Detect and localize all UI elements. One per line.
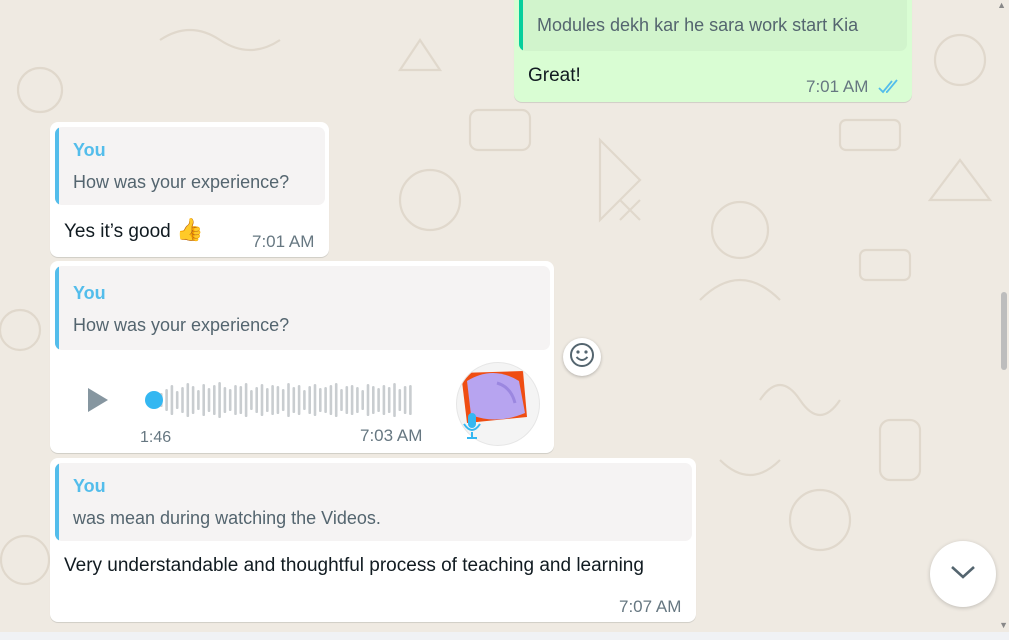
waveform-bar: [334, 383, 338, 417]
react-button[interactable]: [563, 338, 601, 376]
waveform-bar: [234, 385, 237, 415]
waveform-bar: [175, 391, 179, 409]
quoted-message[interactable]: You How was your experience?: [55, 127, 325, 205]
waveform-bar: [393, 383, 396, 417]
quoted-message[interactable]: Modules dekh kar he sara work start Kia: [519, 0, 907, 51]
waveform-bar: [271, 385, 274, 415]
waveform-bar: [239, 386, 243, 414]
scrollbar-thumb[interactable]: [1001, 292, 1007, 370]
quote-text: How was your experience?: [73, 172, 290, 192]
chevron-down-icon: [949, 563, 977, 586]
quoted-message[interactable]: You How was your experience?: [55, 266, 550, 350]
scroll-up-arrow[interactable]: ▲: [997, 0, 1006, 10]
incoming-message[interactable]: You How was your experience? Yes it’s go…: [50, 122, 329, 257]
smiley-icon: [569, 342, 595, 373]
waveform-bar: [165, 389, 168, 411]
waveform-bar: [250, 390, 253, 410]
waveform-bar: [324, 387, 327, 413]
waveform-bar: [345, 386, 349, 414]
waveform-bar: [398, 389, 402, 411]
thumbs-up-emoji: 👍: [175, 217, 204, 242]
waveform-bar: [340, 389, 343, 411]
composer-edge: [0, 632, 1009, 640]
waveform-bar: [218, 382, 221, 418]
waveform-bar: [308, 386, 311, 414]
quote-accent-bar: [55, 266, 59, 350]
waveform-bar: [297, 385, 301, 415]
audio-waveform[interactable]: [144, 380, 419, 420]
mic-icon: [462, 411, 482, 446]
waveform-bar: [366, 384, 370, 416]
waveform-bar: [303, 390, 306, 410]
message-text: Great!: [528, 65, 581, 86]
waveform-bar: [287, 383, 290, 417]
quote-accent-bar: [519, 0, 523, 51]
scroll-to-bottom-button[interactable]: [930, 541, 996, 607]
quoted-message[interactable]: You was mean during watching the Videos.: [55, 463, 692, 541]
waveform-bar: [228, 389, 232, 411]
waveform-bar: [409, 385, 412, 415]
waveform-bar: [186, 383, 190, 417]
waveform-bar: [255, 387, 258, 413]
message-time: 7:03 AM: [360, 426, 423, 445]
scroll-down-arrow[interactable]: ▼: [999, 620, 1008, 630]
message-text: Very understandable and thoughtful proce…: [64, 555, 644, 576]
waveform-bar: [207, 388, 211, 412]
waveform-bar: [276, 386, 280, 414]
waveform-bar: [382, 385, 386, 415]
quote-author: You: [73, 476, 106, 496]
waveform-bar: [361, 390, 364, 410]
message-text-content: Yes it’s good: [64, 221, 171, 242]
message-time: 7:01 AM: [806, 77, 869, 96]
quote-accent-bar: [55, 463, 59, 541]
message-time: 7:01 AM: [252, 232, 315, 251]
waveform-bar: [350, 385, 354, 415]
play-icon[interactable]: [86, 387, 110, 418]
quote-accent-bar: [55, 127, 59, 205]
double-check-icon: [878, 79, 902, 100]
waveform-bar: [223, 387, 227, 413]
waveform-bar: [292, 387, 296, 413]
waveform-bar: [372, 386, 375, 414]
message-text: Yes it’s good 👍: [64, 215, 203, 247]
waveform-bar: [387, 387, 391, 413]
quote-text: How was your experience?: [73, 315, 290, 335]
waveform-bar: [191, 386, 195, 414]
waveform-bar: [197, 390, 200, 410]
outgoing-message[interactable]: Modules dekh kar he sara work start Kia …: [514, 0, 912, 102]
waveform-bar: [202, 384, 205, 416]
quote-author: You: [73, 283, 106, 303]
waveform-bar: [281, 389, 285, 411]
waveform-bar: [260, 384, 264, 416]
quote-text: was mean during watching the Videos.: [73, 508, 381, 528]
waveform-bar: [356, 387, 359, 413]
waveform-bar: [319, 388, 322, 412]
waveform-bar: [377, 388, 380, 412]
voice-duration: 1:46: [140, 429, 172, 446]
waveform-bar: [244, 383, 248, 417]
waveform-bar: [313, 384, 317, 416]
waveform-bar: [403, 386, 407, 414]
message-time: 7:07 AM: [619, 597, 682, 616]
waveform-bar: [170, 385, 174, 415]
quote-text: Modules dekh kar he sara work start Kia: [537, 15, 859, 35]
waveform-bar: [266, 388, 269, 412]
quote-author: You: [73, 140, 106, 160]
waveform-bar: [181, 387, 184, 413]
waveform-bar: [329, 385, 333, 415]
incoming-message[interactable]: You was mean during watching the Videos.…: [50, 458, 696, 622]
waveform-bar: [213, 385, 216, 415]
playback-scrubber[interactable]: [145, 391, 163, 409]
voice-message[interactable]: You How was your experience? 1:46 7:03 A…: [50, 261, 554, 453]
